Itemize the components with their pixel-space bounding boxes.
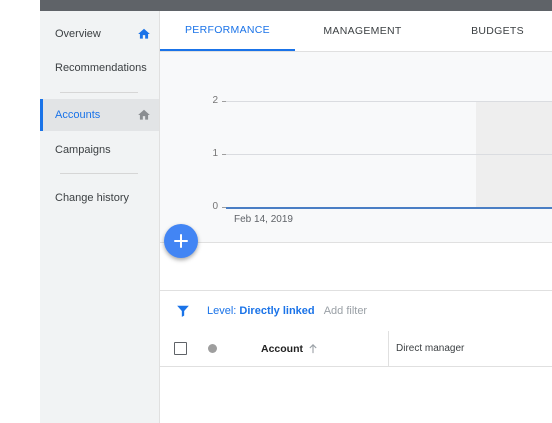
home-icon[interactable] (137, 27, 151, 41)
x-tick-label: Feb 14, 2019 (234, 214, 293, 225)
chart-shaded-region (476, 102, 552, 208)
filter-level-value[interactable]: Directly linked (239, 305, 314, 317)
y-tick-label: 2 (212, 95, 218, 106)
sidebar-item-overview[interactable]: Overview (40, 18, 159, 50)
filter-summary: Level: Directly linked Add filter (207, 305, 367, 317)
sidebar-item-recommendations[interactable]: Recommendations (40, 52, 159, 84)
table-header-row: Account Direct manager (160, 331, 552, 367)
series-line (226, 207, 552, 209)
column-header-account[interactable]: Account (261, 343, 303, 355)
sidebar-item-label: Accounts (55, 109, 101, 121)
sidebar-item-label: Campaigns (55, 144, 111, 156)
sidebar-divider (60, 173, 138, 174)
sidebar-divider (60, 92, 138, 93)
sidebar-item-label: Overview (55, 28, 101, 40)
plus-icon (174, 234, 188, 248)
sidebar-nav: Overview Recommendations Accounts Campai… (40, 11, 160, 423)
add-filter-button[interactable]: Add filter (324, 305, 367, 317)
tab-bar: PERFORMANCE MANAGEMENT BUDGETS (160, 11, 552, 52)
sidebar-item-label: Recommendations (55, 62, 147, 74)
tab-management[interactable]: MANAGEMENT (295, 11, 430, 51)
top-app-bar (40, 0, 552, 11)
sort-ascending-icon[interactable] (308, 343, 318, 354)
performance-chart: 2 1 0 Feb 14, 2019 (160, 52, 552, 243)
gridline (226, 101, 552, 102)
y-tick-label: 1 (212, 148, 218, 159)
y-tick-label: 0 (212, 201, 218, 212)
tab-budgets[interactable]: BUDGETS (430, 11, 552, 51)
sidebar-item-label: Change history (55, 192, 129, 204)
column-header-direct-manager[interactable]: Direct manager (396, 343, 464, 354)
gridline (226, 154, 552, 155)
column-divider (388, 331, 389, 366)
sidebar-item-change-history[interactable]: Change history (40, 182, 159, 214)
tab-performance[interactable]: PERFORMANCE (160, 11, 295, 51)
add-button[interactable] (164, 224, 198, 258)
status-column-dot (208, 344, 217, 353)
filter-level-label: Level: (207, 305, 237, 317)
filter-icon[interactable] (176, 304, 190, 318)
sidebar-item-accounts[interactable]: Accounts (40, 99, 159, 131)
home-icon[interactable] (137, 108, 151, 122)
left-margin (0, 0, 40, 423)
filter-bar: Level: Directly linked Add filter (160, 290, 552, 332)
sidebar-item-campaigns[interactable]: Campaigns (40, 134, 159, 166)
select-all-checkbox[interactable] (174, 342, 187, 355)
